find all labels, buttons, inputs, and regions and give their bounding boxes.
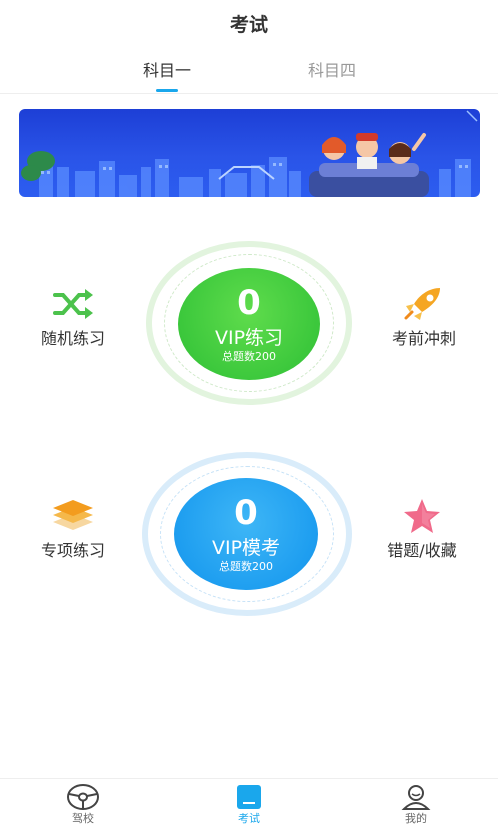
tab-subject-four-label: 科目四 <box>307 61 356 80</box>
bottom-tab-bar: 驾校 考试 我的 <box>0 778 498 834</box>
vip-practice-count: 0 <box>237 283 261 323</box>
shuffle-icon <box>49 284 97 324</box>
special-practice-button[interactable]: 专项练习 <box>13 496 133 562</box>
promo-banner[interactable] <box>19 109 480 197</box>
random-practice-button[interactable]: 随机练习 <box>13 284 133 350</box>
wrong-favorites-button[interactable]: 错题/收藏 <box>362 496 482 562</box>
vip-practice-name: VIP练习 <box>214 327 284 349</box>
tabbar-school-label: 驾校 <box>72 812 94 825</box>
active-tab-indicator <box>156 89 178 92</box>
rocket-icon <box>400 284 448 324</box>
sprint-button[interactable]: 考前冲刺 <box>364 284 484 350</box>
tabbar-exam-label: 考试 <box>238 812 260 825</box>
wrong-favorites-label: 错题/收藏 <box>387 541 457 560</box>
vip-practice-button[interactable]: 0 VIP练习 总题数200 <box>178 268 320 380</box>
vip-exam-button[interactable]: 0 VIP模考 总题数200 <box>174 478 318 590</box>
user-icon <box>399 783 433 811</box>
page-title: 考试 <box>229 14 268 36</box>
special-practice-label: 专项练习 <box>40 541 105 560</box>
vip-exam-name: VIP模考 <box>211 537 281 559</box>
tab-subject-four[interactable]: 科目四 <box>272 56 392 86</box>
tabbar-item-mine[interactable]: 我的 <box>381 783 451 827</box>
steering-wheel-icon <box>66 783 100 811</box>
tab-subject-one[interactable]: 科目一 <box>107 56 227 92</box>
layers-icon <box>49 496 97 536</box>
app-header: 考试 <box>0 0 498 48</box>
tabbar-item-exam[interactable]: 考试 <box>214 783 284 827</box>
vip-practice-total: 总题数200 <box>222 350 276 363</box>
star-icon <box>398 496 446 536</box>
tab-subject-one-label: 科目一 <box>142 61 191 80</box>
tabbar-item-school[interactable]: 驾校 <box>48 783 118 827</box>
vip-exam-count: 0 <box>234 493 258 533</box>
banner-illustration <box>21 110 478 197</box>
exam-paper-icon <box>232 783 266 811</box>
subject-tabs: 科目一 科目四 <box>0 56 498 94</box>
random-practice-label: 随机练习 <box>40 329 105 348</box>
tabbar-mine-label: 我的 <box>405 812 427 825</box>
sprint-label: 考前冲刺 <box>391 329 456 348</box>
vip-exam-total: 总题数200 <box>219 560 273 573</box>
